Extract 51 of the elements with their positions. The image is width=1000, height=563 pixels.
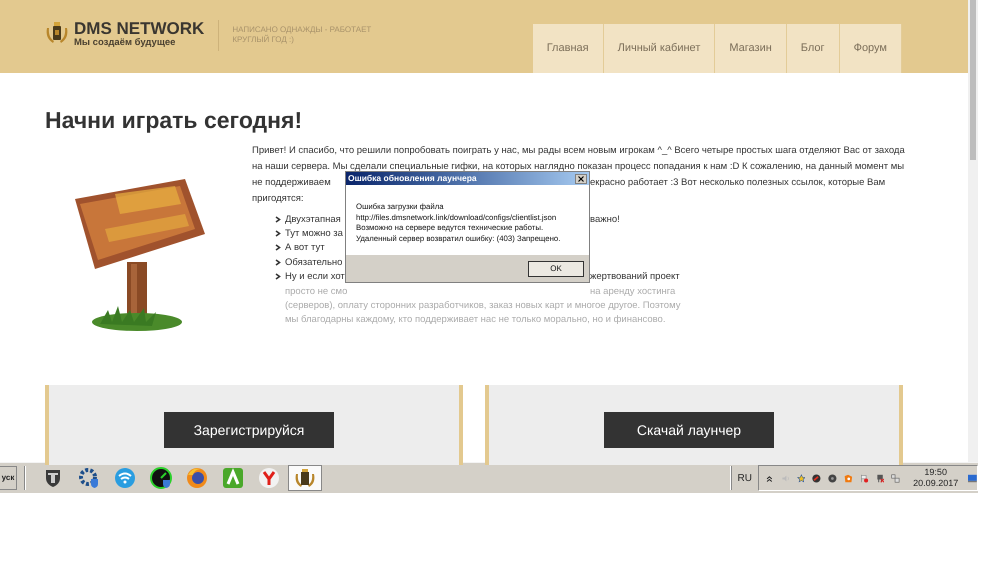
dialog-title: Ошибка обновления лаунчера [348, 174, 477, 183]
disc-icon[interactable] [828, 472, 837, 484]
paragraph-text: Двухэтапная [285, 212, 341, 226]
clock-date: 20.09.2017 [913, 478, 958, 489]
paragraph-text: Привет! И спасибо, что решили попробовать поиграть у нас, мы рады всем новым игрокам ^_^ Всего четыре простых шага отделяют Вас от захода [252, 144, 905, 156]
paragraph-text: просто не смо [285, 284, 348, 298]
paragraph-text: жертвований проект [590, 270, 680, 284]
paragraph-text: А вот тут [285, 241, 325, 254]
fork-app-icon [258, 467, 280, 489]
paragraph-text: пригодятся: [252, 192, 304, 204]
nav-tab[interactable]: Блог [786, 24, 840, 73]
paragraph-text: на наши сервера. Мы сделали специальные гифки, на которых наглядно показан процесс попадания к нам :D К сожалению, на данный момент мы [252, 160, 904, 172]
language-indicator[interactable]: RU [738, 470, 752, 486]
ok-button[interactable]: OK [528, 260, 584, 276]
globe-icon [186, 467, 208, 489]
tagline-text: КРУГЛЫЙ ГОД :) [232, 35, 295, 45]
action-button[interactable]: Зарегистрируйся [164, 412, 334, 448]
paragraph-text: екрасно работает :3 Вот несколько полезных ссылок, которые Вам [590, 176, 886, 188]
paragraph-text: Ну и если хот [285, 270, 345, 284]
logo-title: DMS NETWORK [74, 20, 204, 37]
close-icon [578, 176, 584, 182]
action-button[interactable]: Скачай лаунчер [604, 412, 774, 448]
paragraph-text: Обязательно [285, 256, 342, 269]
nav-tab[interactable]: Магазин [715, 24, 787, 73]
wifi-icon [114, 467, 136, 489]
paragraph-text: важно! [590, 212, 620, 226]
paragraph-text: на аренду хостинга [590, 284, 676, 298]
paragraph-text: Тут можно за [285, 227, 343, 240]
nav-tab[interactable]: Личный кабинет [604, 24, 716, 73]
gear-icon [78, 467, 100, 489]
desktop-icon[interactable] [968, 472, 978, 484]
gauge-icon [150, 467, 172, 489]
taskbar-app[interactable] [288, 465, 322, 491]
nav-tab[interactable]: Форум [840, 24, 902, 73]
start-button[interactable]: уск [0, 466, 17, 490]
crest-logo-icon [45, 20, 69, 46]
nav-tab[interactable]: Главная [532, 24, 604, 73]
close-button[interactable] [575, 174, 587, 184]
paragraph-text: не поддерживаем [252, 176, 331, 188]
paragraph-text: (серверов), оплату сторонних разработчиков, заказ новых карт и многое другое. Поэтому [285, 299, 680, 312]
star-icon[interactable] [796, 472, 806, 484]
triangle-app-icon [222, 467, 244, 489]
clock-time: 19:50 [924, 467, 947, 478]
page-heading: Начни играть сегодня! [45, 106, 304, 135]
network-icon[interactable] [891, 472, 900, 484]
crest-icon [294, 467, 316, 489]
gauge-icon[interactable] [812, 472, 822, 484]
paragraph-text: мы благодарны каждому, кто поддерживает нас не только морально, но и финансово. [285, 313, 666, 326]
logo-subtitle: Мы создаём будущее [74, 38, 176, 48]
tagline-text: НАПИСАНО ОДНАЖДЫ - РАБОТАЕТ [232, 25, 372, 34]
scrollbar[interactable] [968, 0, 978, 462]
